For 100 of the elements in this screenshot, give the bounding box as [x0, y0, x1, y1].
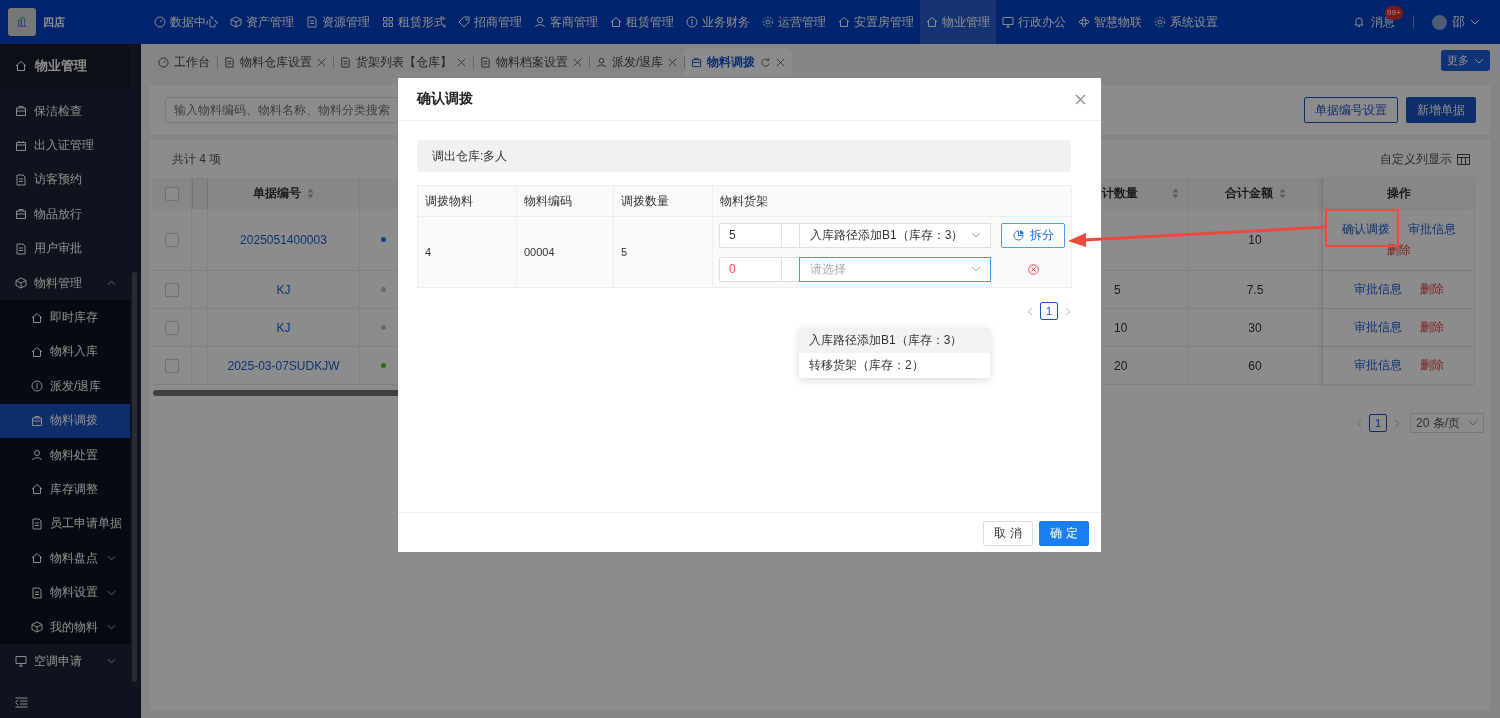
checkbox[interactable]: [164, 232, 179, 247]
document-number-link[interactable]: 2025051400003: [240, 232, 327, 247]
chevron-up-icon: [107, 280, 116, 287]
sidebar-item[interactable]: 员工申请单据: [0, 506, 130, 542]
caret-icon: [1470, 19, 1480, 25]
sidebar-item[interactable]: 库存调整: [0, 472, 130, 507]
chevron-down-icon: [107, 555, 116, 562]
nav-item[interactable]: 行政办公: [996, 0, 1072, 44]
tab[interactable]: 货架列表【仓库】: [333, 48, 473, 76]
previous-page-icon[interactable]: [1356, 418, 1362, 428]
sidebar-item[interactable]: 派发/退库: [0, 369, 130, 404]
add-button[interactable]: 新增单据: [1406, 97, 1476, 123]
sidebar-item[interactable]: 物品放行: [0, 197, 130, 232]
next-page-icon[interactable]: [1065, 306, 1071, 316]
nav-item[interactable]: 资产管理: [224, 0, 300, 44]
checkbox[interactable]: [164, 186, 179, 201]
document-icon: [15, 242, 27, 255]
tab[interactable]: 物料调拨: [684, 48, 793, 76]
nav-item[interactable]: 资源管理: [300, 0, 376, 44]
action-link[interactable]: 审批信息: [1407, 220, 1456, 238]
sidebar-item[interactable]: 物料处置: [0, 437, 130, 473]
close-icon[interactable]: [573, 57, 582, 67]
action-link[interactable]: 审批信息: [1353, 357, 1402, 374]
nav-item[interactable]: 租赁管理: [604, 0, 680, 44]
sidebar-item[interactable]: 保洁检查: [0, 94, 130, 129]
sidebar-item[interactable]: 我的物料: [0, 609, 130, 645]
nav-item[interactable]: 招商管理: [452, 0, 528, 44]
quantity-field[interactable]: 0: [719, 256, 782, 282]
dropdown-option[interactable]: 转移货架（库存：2）: [799, 353, 990, 378]
sort-icon[interactable]: [1278, 188, 1286, 199]
sort-icon[interactable]: [1172, 188, 1179, 199]
checkbox[interactable]: [164, 358, 179, 373]
tab[interactable]: 物料仓库设置: [217, 48, 333, 76]
monitor-icon: [15, 655, 27, 668]
sidebar-item[interactable]: 物料盘点: [0, 541, 130, 576]
nav-item[interactable]: 数据中心: [148, 0, 224, 44]
remove-icon[interactable]: [1028, 263, 1039, 275]
nav-item[interactable]: 系统设置: [1148, 0, 1224, 44]
cell-text: 10: [1114, 320, 1128, 335]
tab[interactable]: 物料档案设置: [473, 48, 589, 76]
sidebar-item[interactable]: 物料调拨: [0, 403, 130, 438]
document-number-link[interactable]: 2025-03-07SUDKJW: [227, 358, 340, 373]
cancel-button[interactable]: 取 消: [983, 521, 1033, 546]
scrollbar[interactable]: [132, 272, 137, 682]
dropdown-option[interactable]: 入库路径添加B1（库存：3）: [799, 328, 990, 353]
tag-icon: [458, 16, 470, 28]
page-number[interactable]: 1: [1369, 414, 1387, 432]
user-menu[interactable]: 邵: [1432, 13, 1480, 31]
close-icon[interactable]: [457, 57, 466, 67]
sidebar-item[interactable]: 物料设置: [0, 575, 130, 610]
nav-item[interactable]: 智慧物联: [1072, 0, 1148, 44]
action-link[interactable]: 确认调拨: [1341, 220, 1390, 238]
nav-item[interactable]: 业务财务: [680, 0, 756, 44]
coin-icon: [31, 380, 43, 393]
page-number[interactable]: 1: [1040, 302, 1058, 320]
close-icon[interactable]: [668, 57, 678, 67]
close-icon[interactable]: [1075, 93, 1086, 105]
delete-link[interactable]: 删除: [1419, 281, 1444, 298]
page-size-select[interactable]: 20 条/页: [1410, 413, 1484, 433]
nav-item[interactable]: 运营管理: [756, 0, 832, 44]
sidebar-item[interactable]: 即时库存: [0, 300, 130, 335]
settings-button[interactable]: 单据编号设置: [1304, 97, 1398, 123]
chevron-down-icon: [107, 589, 116, 596]
nav-item[interactable]: 物业管理: [920, 0, 996, 44]
collapse-icon[interactable]: [15, 697, 28, 708]
delete-link[interactable]: 删除: [1419, 319, 1444, 336]
document-number-link[interactable]: KJ: [276, 282, 291, 297]
sidebar-item[interactable]: 出入证管理: [0, 128, 130, 163]
close-icon[interactable]: [776, 57, 786, 67]
nav-item[interactable]: 租赁形式: [376, 0, 452, 44]
bell-icon: [1353, 16, 1365, 28]
sidebar-item[interactable]: 空调申请: [0, 644, 130, 679]
tab[interactable]: 派发/退库: [589, 48, 685, 76]
quantity-field[interactable]: 5: [719, 222, 782, 248]
refresh-icon[interactable]: [760, 56, 772, 68]
checkbox[interactable]: [164, 282, 179, 297]
sort-icon[interactable]: [307, 188, 314, 199]
sidebar-item[interactable]: 访客预约: [0, 162, 130, 198]
nav-item[interactable]: 客商管理: [528, 0, 604, 44]
person-icon: [534, 16, 546, 28]
gauge-icon: [154, 16, 166, 28]
document-number-link[interactable]: KJ: [276, 320, 291, 335]
shelf-select[interactable]: 请选择: [799, 256, 991, 282]
ok-button[interactable]: 确 定: [1039, 521, 1089, 546]
next-page-icon[interactable]: [1394, 418, 1400, 428]
more-button[interactable]: 更多: [1441, 50, 1490, 71]
tab[interactable]: 工作台: [151, 48, 217, 76]
column-settings-button[interactable]: 自定义列显示: [1380, 150, 1470, 168]
nav-item[interactable]: 安置房管理: [832, 0, 920, 44]
sidebar-item[interactable]: 物料入库: [0, 334, 130, 370]
split-button[interactable]: 拆分: [1001, 222, 1065, 248]
action-link[interactable]: 审批信息: [1353, 281, 1402, 298]
close-icon[interactable]: [317, 57, 326, 67]
previous-page-icon[interactable]: [1027, 306, 1033, 316]
action-link[interactable]: 审批信息: [1353, 319, 1402, 336]
shelf-select[interactable]: 入库路径添加B1（库存：3）: [799, 222, 991, 248]
checkbox[interactable]: [164, 320, 179, 335]
total-count: 共计 4 项: [172, 150, 222, 168]
sidebar-item[interactable]: 用户审批: [0, 231, 130, 266]
delete-link[interactable]: 删除: [1419, 357, 1444, 374]
